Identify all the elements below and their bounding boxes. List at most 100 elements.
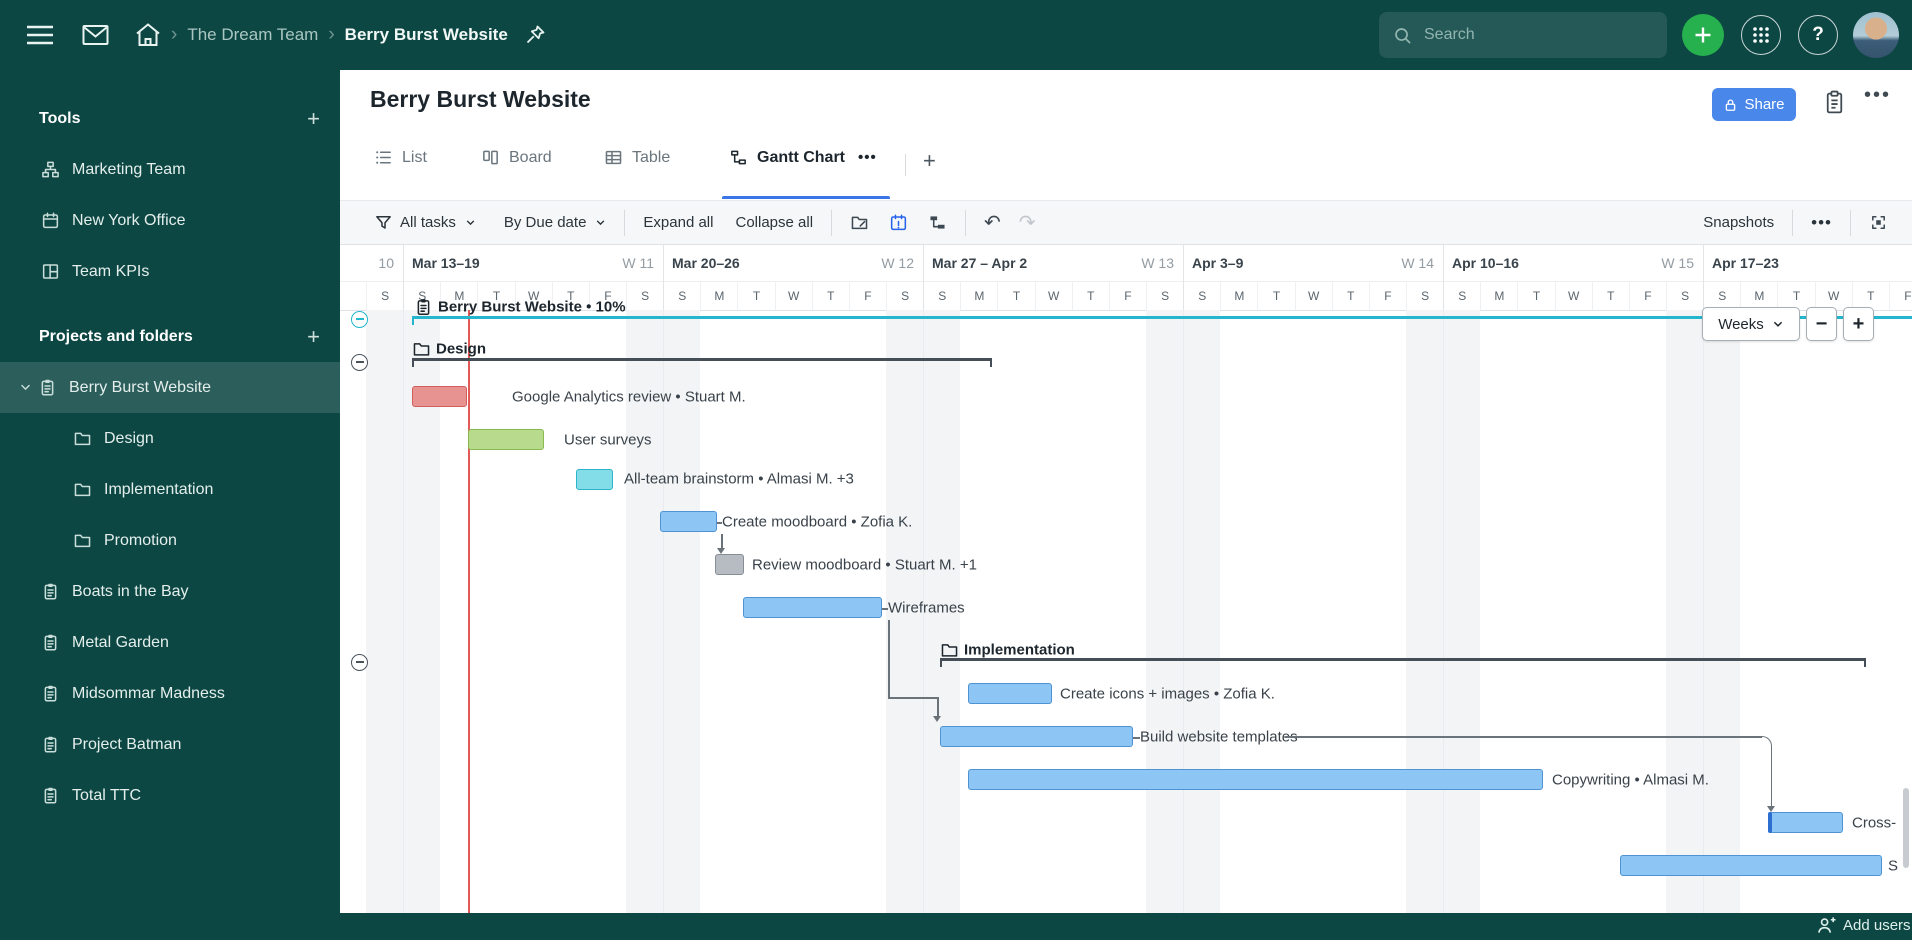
sidebar-item-boats-in-the-bay[interactable]: Boats in the Bay [0,566,340,617]
sidebar-item-design[interactable]: Design [0,413,340,464]
week-gridline [403,310,404,913]
share-button[interactable]: Share [1712,88,1796,121]
collapse-all-button[interactable]: Collapse all [735,214,813,231]
task-s-label[interactable]: S [1888,858,1898,875]
gantt-bar-task-all-team-brainstorm[interactable] [576,469,613,490]
add-project-button[interactable]: + [307,326,320,348]
toolbar-more-button[interactable]: ••• [1811,213,1832,233]
gantt-bar-task-user-surveys[interactable] [468,429,544,450]
redo-button[interactable]: ↷ [1019,210,1036,235]
gantt-bar-task-wireframes[interactable] [743,597,882,618]
zoom-in-button[interactable]: + [1843,307,1874,341]
search-input[interactable] [1422,25,1626,45]
dependency-line [888,697,938,699]
vertical-scrollbar[interactable] [1903,788,1909,868]
sidebar-item-total-ttc[interactable]: Total TTC [0,770,340,821]
project-icon [41,582,60,601]
add-view-button[interactable]: + [923,148,936,174]
search-box[interactable] [1379,12,1667,58]
page-title: Berry Burst Website [370,86,591,113]
hamburger-icon[interactable] [25,23,55,47]
collapse-button-folder-design[interactable] [351,354,368,371]
mail-icon[interactable] [82,24,109,46]
task-build-templates-label[interactable]: Build website templates [1140,729,1298,746]
main-header: Berry Burst Website Share ••• [340,70,1912,200]
bottom-bar: Add users [0,913,1912,940]
header-more-button[interactable]: ••• [1864,84,1891,107]
create-plus-button[interactable] [1682,14,1724,56]
sidebar-item-marketing-team[interactable]: Marketing Team [0,144,340,195]
zoom-out-button[interactable]: − [1806,307,1837,341]
gantt-bar-task-s[interactable] [1620,855,1882,876]
sidebar-item-label: Berry Burst Website [69,379,211,397]
week-band: 10 [340,245,403,281]
task-all-team-brainstorm-label[interactable]: All-team brainstorm • Almasi M. +3 [624,471,854,488]
task-create-moodboard-label[interactable]: Create moodboard • Zofia K. [722,514,912,531]
sidebar-item-promotion[interactable]: Promotion [0,515,340,566]
day-cell: S [1183,281,1220,310]
pin-icon[interactable] [524,24,546,46]
gantt-bar-task-google-analytics[interactable] [412,386,467,407]
task-create-icons-label[interactable]: Create icons + images • Zofia K. [1060,686,1275,703]
apps-grid-icon [1752,26,1770,44]
summary-bracket-folder-implementation[interactable] [940,658,1866,667]
gantt-bar-task-build-templates[interactable] [940,726,1133,747]
snapshot-doc-icon[interactable] [1824,90,1845,115]
breadcrumb-team[interactable]: The Dream Team [187,25,318,45]
tab-menu-dots[interactable]: ••• [858,149,877,166]
task-wireframes-label[interactable]: Wireframes [888,600,965,617]
apps-grid-button[interactable] [1741,15,1781,55]
task-google-analytics-label[interactable]: Google Analytics review • Stuart M. [512,389,746,406]
chevron-down-icon[interactable] [12,381,38,394]
sidebar-item-project-batman[interactable]: Project Batman [0,719,340,770]
task-user-surveys-label[interactable]: User surveys [564,432,652,449]
summary-bracket-folder-design[interactable] [412,358,992,367]
undo-button[interactable]: ↶ [984,210,1001,235]
gantt-bar-task-copywriting[interactable] [968,769,1543,790]
home-icon[interactable] [135,23,161,47]
task-copywriting-label[interactable]: Copywriting • Almasi M. [1552,772,1709,789]
tab-gantt-chart[interactable]: Gantt Chart••• [729,148,877,167]
breadcrumb-project[interactable]: Berry Burst Website [345,25,508,45]
folder-implementation-label[interactable]: Implementation [940,641,1075,660]
sidebar-item-new-york-office[interactable]: New York Office [0,195,340,246]
gantt-bar-task-cross[interactable] [1768,812,1843,833]
collapse-button-folder-implementation[interactable] [351,654,368,671]
snapshots-button[interactable]: Snapshots [1703,214,1774,231]
calendar-alert-icon[interactable] [889,213,908,232]
dependency-line [1285,736,1762,738]
week-band: Mar 27 – Apr 2W 13 [923,245,1183,281]
sidebar-item-berry-burst-website[interactable]: Berry Burst Website [0,362,340,413]
sidebar-item-metal-garden[interactable]: Metal Garden [0,617,340,668]
add-users-button[interactable]: Add users [1816,915,1911,935]
tab-list[interactable]: List [374,148,427,167]
folder-icon [73,531,92,550]
collapse-button-project-summary[interactable] [351,311,368,328]
project-summary-label[interactable]: Berry Burst Website • 10% [414,298,626,317]
board-icon [481,148,500,167]
sidebar-item-team-kpis[interactable]: Team KPIs [0,246,340,297]
add-tool-button[interactable]: + [307,108,320,130]
help-button[interactable]: ? [1798,15,1838,55]
avatar[interactable] [1853,12,1899,58]
gantt-bar-task-review-moodboard[interactable] [715,554,744,575]
fullscreen-icon[interactable] [1869,213,1888,232]
folder-edit-icon[interactable] [850,213,869,232]
summary-bracket-project-summary[interactable] [412,316,1912,325]
tab-table[interactable]: Table [604,148,670,167]
sort-button[interactable]: By Due date [504,214,607,231]
filter-button[interactable]: All tasks [374,213,476,232]
timescale-select[interactable]: Weeks [1702,307,1800,341]
gantt-links-icon[interactable] [928,213,947,232]
tab-board[interactable]: Board [481,148,552,167]
expand-all-button[interactable]: Expand all [643,214,713,231]
sidebar-item-midsommar-madness[interactable]: Midsommar Madness [0,668,340,719]
gantt-bar-task-create-moodboard[interactable] [660,511,717,532]
task-review-moodboard-label[interactable]: Review moodboard • Stuart M. +1 [752,557,977,574]
tab-label: List [402,149,427,167]
task-cross-label[interactable]: Cross- [1852,815,1896,832]
gantt-bar-task-create-icons[interactable] [968,683,1052,704]
day-cell: T [997,281,1034,310]
folder-design-label[interactable]: Design [412,340,486,359]
sidebar-item-implementation[interactable]: Implementation [0,464,340,515]
